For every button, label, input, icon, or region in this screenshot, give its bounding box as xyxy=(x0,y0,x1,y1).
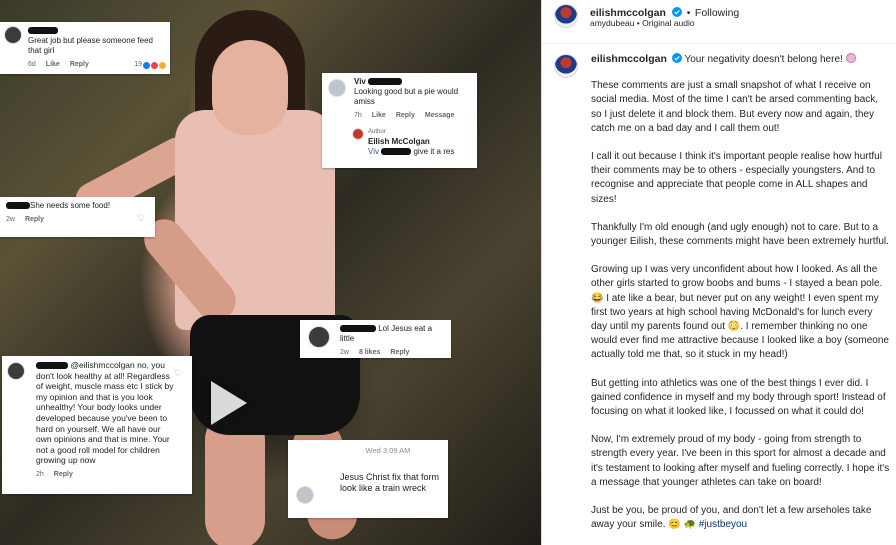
caption-username[interactable]: eilishmccolgan xyxy=(591,53,667,65)
caption-avatar[interactable] xyxy=(554,54,578,78)
collab-username[interactable]: amydubeau xyxy=(590,18,634,28)
caption-paragraph: Thankfully I'm old enough (and ugly enou… xyxy=(591,221,889,248)
caption-paragraph: I call it out because I think it's impor… xyxy=(591,151,882,205)
comment-card-1: Great job but please someone feed that g… xyxy=(0,22,170,74)
post-header: eilishmccolgan • Following amydubeau • O… xyxy=(542,0,896,44)
post-sidebar: eilishmccolgan • Following amydubeau • O… xyxy=(541,0,896,545)
caption-paragraph: Growing up I was very unconfident about … xyxy=(591,264,889,361)
comment-card-2: Viv Looking good but a pie would amiss 7… xyxy=(322,73,477,168)
post-media[interactable]: Great job but please someone feed that g… xyxy=(0,0,541,545)
following-button[interactable]: Following xyxy=(695,7,739,19)
author-avatar[interactable] xyxy=(554,4,578,28)
comment-card-3: She needs some food! 2w Reply ♡ xyxy=(0,197,155,237)
play-button[interactable] xyxy=(203,378,253,428)
caption-intro: Your negativity doesn't belong here! xyxy=(684,54,843,65)
post-caption: eilishmccolgan Your negativity doesn't b… xyxy=(591,52,891,532)
play-icon xyxy=(211,381,247,425)
comment-card-6: Wed 3:09 AM Jesus Christ fix that form l… xyxy=(288,440,448,518)
caption-paragraph: Now, I'm extremely proud of my body - go… xyxy=(591,434,890,488)
verified-icon xyxy=(671,53,682,63)
hashtag-link[interactable]: #justbeyou xyxy=(699,519,747,530)
comment-text: Great job but please someone feed that g… xyxy=(28,36,153,55)
caption-paragraph: These comments are just a small snapshot… xyxy=(591,80,879,134)
verified-icon xyxy=(672,7,683,17)
audio-link[interactable]: Original audio xyxy=(642,18,694,28)
caption-paragraph: But getting into athletics was one of th… xyxy=(591,377,886,418)
comment-card-4: Lol Jesus eat a little 2w 8 likes Reply xyxy=(300,320,451,358)
comment-card-5: @eilishmccolgan no, you don't look healt… xyxy=(2,356,192,494)
